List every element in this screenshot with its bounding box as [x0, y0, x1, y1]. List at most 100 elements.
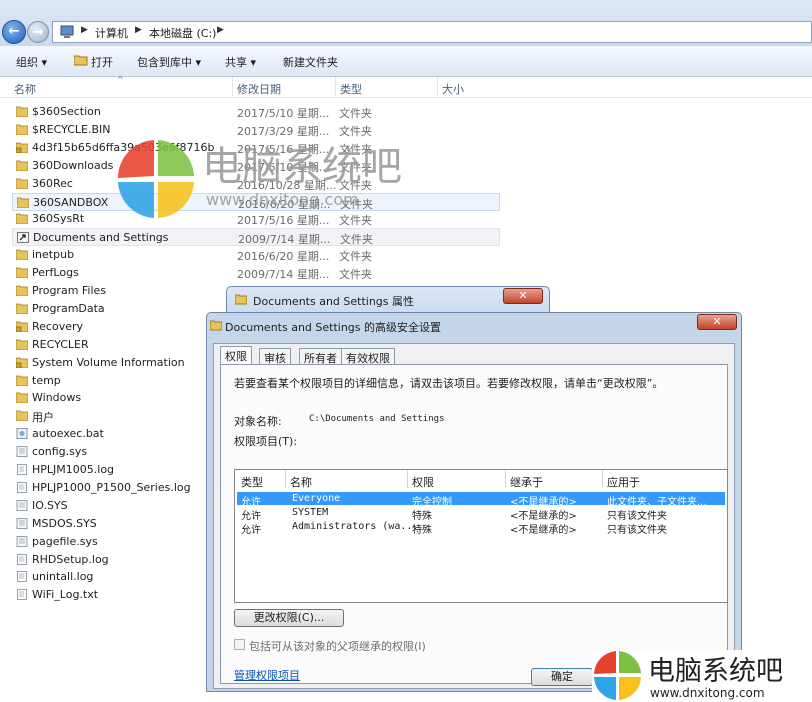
text-file-icon	[17, 481, 27, 493]
file-name: 360Rec	[32, 176, 73, 190]
type-column-header[interactable]: 类型	[340, 81, 362, 97]
column-divider[interactable]	[285, 470, 286, 488]
tab-permissions[interactable]: 权限	[220, 346, 252, 364]
windows-logo-icon	[118, 140, 194, 218]
file-name: 360SANDBOX	[33, 195, 109, 209]
watermark-url: www.dnxitong.com	[650, 686, 765, 700]
file-name: HPLJP1000_P1500_Series.log	[32, 480, 191, 494]
file-name: Recovery	[32, 319, 84, 333]
breadcrumb-sep-icon: ▶	[81, 25, 88, 35]
back-button[interactable]: ←	[2, 20, 26, 44]
file-name: $RECYCLE.BIN	[32, 122, 111, 136]
advanced-security-dialog: Documents and Settings 的高级安全设置 ✕ 权限 审核 所…	[206, 312, 742, 692]
watermark-logo-corner: 电脑系统吧 www.dnxitong.com	[592, 650, 812, 702]
permission-entries-list[interactable]: 类型 名称 权限 继承于 应用于 允许 Everyone 完全控制 <不是继承的> 此文…	[234, 469, 728, 603]
breadcrumb-drive-c[interactable]: 本地磁盘 (C:)	[149, 25, 216, 41]
watermark-cn: 电脑系统吧	[648, 656, 783, 687]
locked-folder-icon	[16, 321, 28, 332]
folder-icon	[17, 197, 29, 208]
file-date: 2009/7/14 星期...	[238, 233, 331, 247]
include-in-library-button[interactable]: 包含到库中 ▾	[137, 54, 201, 70]
perm-header-inherited-from[interactable]: 继承于	[510, 474, 543, 490]
permission-entry-row[interactable]: 允许 Administrators (wa... 特殊 <不是继承的> 只有该文件夹	[237, 520, 725, 536]
file-row[interactable]: PerfLogs 2009/7/14 星期... 文件夹	[12, 264, 500, 282]
sys-file-icon	[16, 517, 28, 529]
folder-icon	[16, 106, 28, 117]
file-name: autoexec.bat	[32, 427, 104, 441]
column-divider[interactable]	[335, 77, 336, 97]
instruction-text: 若要查看某个权限项目的详细信息，请双击该项目。若要修改权限，请单击“更改权限”。	[234, 377, 664, 390]
file-name: 360SysRt	[32, 212, 85, 226]
file-name: config.sys	[32, 445, 88, 459]
column-divider[interactable]	[232, 77, 233, 97]
perm-cell-name: SYSTEM	[292, 507, 329, 518]
permission-entry-row[interactable]: 允许 SYSTEM 特殊 <不是继承的> 只有该文件夹	[237, 506, 725, 522]
file-date: 2017/5/10 星期...	[237, 107, 330, 120]
file-row[interactable]: inetpub 2016/6/20 星期... 文件夹	[12, 246, 500, 264]
manage-permission-entries-link[interactable]: 管理权限项目	[234, 667, 300, 683]
properties-dialog-title: Documents and Settings 属性	[253, 295, 415, 308]
folder-icon	[210, 320, 222, 331]
open-button[interactable]: 打开	[91, 54, 113, 70]
folder-icon	[235, 294, 247, 305]
shortcut-folder-icon	[17, 232, 29, 244]
ok-button[interactable]: 确定	[531, 668, 593, 686]
file-row[interactable]: Documents and Settings 2009/7/14 星期... 文件夹	[12, 228, 500, 247]
perm-header-type[interactable]: 类型	[241, 474, 263, 490]
file-name: MSDOS.SYS	[32, 516, 97, 530]
column-divider[interactable]	[505, 470, 506, 488]
permission-entry-row[interactable]: 允许 Everyone 完全控制 <不是继承的> 此文件夹、子文件夹...	[237, 492, 725, 508]
date-column-header[interactable]: 修改日期	[237, 81, 281, 97]
file-name: RHDSetup.log	[32, 552, 109, 566]
file-date: 2009/7/14 星期...	[237, 268, 330, 282]
organize-button[interactable]: 组织 ▾	[16, 54, 47, 70]
file-name: ProgramData	[32, 301, 105, 315]
breadcrumb-sep-icon: ▶	[217, 25, 224, 35]
security-close-button[interactable]: ✕	[697, 314, 737, 330]
perm-header-permission[interactable]: 权限	[412, 474, 434, 490]
breadcrumb-computer[interactable]: 计算机	[95, 25, 128, 41]
file-row[interactable]: $360Section 2017/5/10 星期... 文件夹	[12, 103, 500, 121]
watermark-logo: 电脑系统吧 www.dnxitong.com	[118, 140, 402, 218]
perm-header-apply-to[interactable]: 应用于	[607, 474, 640, 490]
tab-effective-permissions[interactable]: 有效权限	[341, 348, 395, 365]
inherit-permissions-checkbox[interactable]	[234, 639, 245, 650]
name-column-header[interactable]: 名称	[14, 81, 36, 97]
folder-icon	[16, 267, 28, 279]
locked-folder-icon	[16, 357, 28, 368]
file-name: IO.SYS	[32, 498, 68, 512]
watermark-cn: 电脑系统吧	[202, 144, 402, 190]
file-type: 文件夹	[339, 107, 372, 120]
forward-arrow-icon: →	[32, 25, 44, 40]
tab-auditing[interactable]: 审核	[259, 348, 291, 365]
folder-icon	[16, 410, 28, 422]
new-folder-button[interactable]: 新建文件夹	[283, 54, 338, 70]
folder-icon	[16, 124, 28, 135]
address-input[interactable]: ▶ 计算机 ▶ 本地磁盘 (C:) ▶	[52, 21, 812, 43]
tab-owner[interactable]: 所有者	[299, 348, 342, 365]
props-close-button[interactable]: ✕	[503, 288, 543, 304]
file-row[interactable]: $RECYCLE.BIN 2017/3/29 星期... 文件夹	[12, 121, 500, 139]
folder-icon	[16, 213, 28, 225]
security-dialog-title: Documents and Settings 的高级安全设置	[225, 321, 442, 334]
change-permissions-button[interactable]: 更改权限(C)...	[234, 609, 344, 627]
sys-file-icon	[16, 499, 28, 511]
file-type: 文件夹	[340, 233, 373, 247]
column-divider[interactable]	[437, 77, 438, 97]
file-name: unintall.log	[32, 570, 94, 584]
column-divider[interactable]	[602, 470, 603, 488]
file-name: System Volume Information	[32, 355, 185, 369]
column-divider[interactable]	[407, 470, 408, 488]
folder-icon	[16, 178, 28, 189]
size-column-header[interactable]: 大小	[442, 81, 464, 97]
perm-cell-name: Everyone	[292, 493, 341, 504]
perm-header-name[interactable]: 名称	[290, 474, 312, 490]
file-name: 360Downloads	[32, 158, 114, 172]
file-date: 2017/3/29 星期...	[237, 124, 330, 138]
file-name: Program Files	[32, 284, 107, 297]
forward-button[interactable]: →	[27, 21, 49, 43]
share-button[interactable]: 共享 ▾	[225, 54, 256, 70]
inherit-permissions-label: 包括可从该对象的父项继承的权限(I)	[249, 640, 426, 653]
sys-file-icon	[16, 535, 28, 547]
command-toolbar: 组织 ▾ 打开 包含到库中 ▾ 共享 ▾ 新建文件夹	[0, 46, 812, 77]
